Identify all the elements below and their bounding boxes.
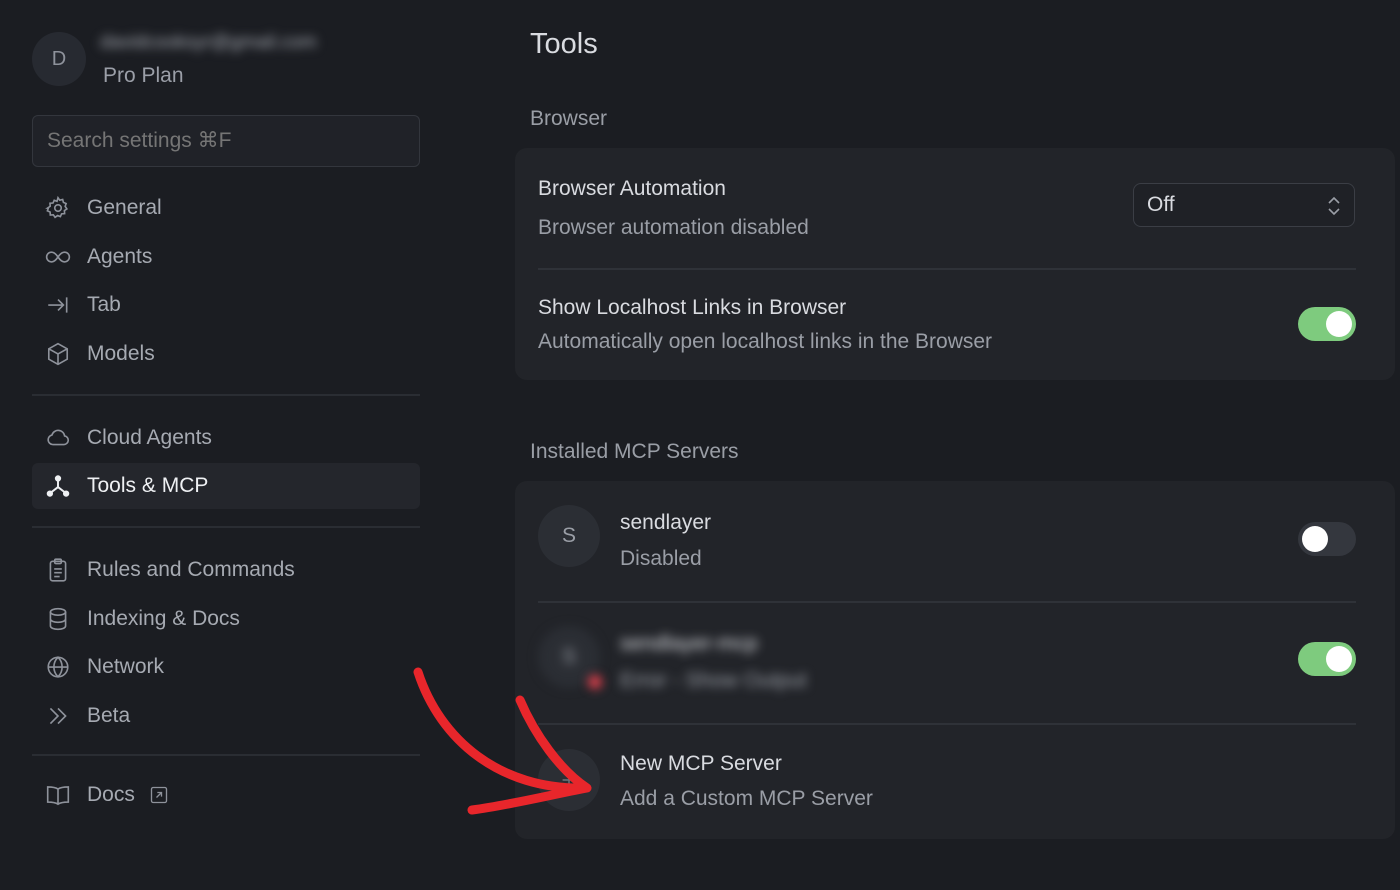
error-status-dot bbox=[588, 675, 602, 689]
localhost-links-toggle[interactable] bbox=[1298, 307, 1356, 341]
account-plan: Pro Plan bbox=[103, 64, 184, 87]
sidebar-item-label: Docs bbox=[87, 783, 135, 806]
row-divider bbox=[538, 268, 1356, 270]
section-label-browser: Browser bbox=[530, 107, 608, 130]
new-mcp-server-title: New MCP Server bbox=[620, 752, 782, 775]
server-name: sendlayer bbox=[620, 511, 712, 534]
sidebar-item-beta[interactable]: Beta bbox=[32, 693, 420, 739]
toggle-knob bbox=[1326, 646, 1352, 672]
new-mcp-server-button[interactable]: New MCP Server Add a Custom MCP Server bbox=[515, 725, 1395, 839]
settings-sidebar: D davidcooksyr@gmail.com Pro Plan Genera… bbox=[0, 0, 470, 890]
sidebar-item-docs[interactable]: Docs bbox=[32, 772, 420, 818]
section-label-mcp-servers: Installed MCP Servers bbox=[530, 440, 739, 463]
book-icon bbox=[44, 781, 72, 809]
clipboard-icon bbox=[44, 556, 72, 584]
sidebar-item-rules[interactable]: Rules and Commands bbox=[32, 547, 420, 593]
sidebar-item-cloud-agents[interactable]: Cloud Agents bbox=[32, 415, 420, 461]
account-email: davidcooksyr@gmail.com bbox=[100, 32, 317, 53]
search-settings-input[interactable] bbox=[32, 115, 420, 167]
browser-automation-title: Browser Automation bbox=[538, 177, 726, 200]
server-name: sendlayer-mcp bbox=[620, 632, 758, 655]
double-chevron-icon bbox=[44, 702, 72, 730]
updown-chevron-icon bbox=[1328, 196, 1340, 216]
sidebar-divider bbox=[32, 754, 420, 756]
sidebar-item-network[interactable]: Network bbox=[32, 644, 420, 690]
browser-automation-description: Browser automation disabled bbox=[538, 216, 809, 239]
mcp-servers-card: S sendlayer Disabled S sendlayer-mcp Err… bbox=[515, 481, 1395, 839]
server-toggle-sendlayer[interactable] bbox=[1298, 522, 1356, 556]
sidebar-divider bbox=[32, 526, 420, 528]
globe-icon bbox=[44, 653, 72, 681]
localhost-links-title: Show Localhost Links in Browser bbox=[538, 296, 847, 319]
sidebar-item-label: Network bbox=[87, 655, 165, 678]
sidebar-item-label: Rules and Commands bbox=[87, 558, 295, 581]
cube-icon bbox=[44, 340, 72, 368]
infinity-icon bbox=[44, 243, 72, 271]
sidebar-item-label: Tab bbox=[87, 293, 121, 316]
sidebar-item-label: Agents bbox=[87, 245, 153, 268]
sidebar-item-label: Beta bbox=[87, 704, 131, 727]
browser-automation-select[interactable]: Off bbox=[1133, 183, 1355, 227]
browser-settings-card: Browser Automation Browser automation di… bbox=[515, 148, 1395, 380]
toggle-knob bbox=[1302, 526, 1328, 552]
toggle-knob bbox=[1326, 311, 1352, 337]
localhost-links-description: Automatically open localhost links in th… bbox=[538, 330, 993, 353]
sidebar-item-label: Tools & MCP bbox=[87, 474, 209, 497]
sidebar-item-agents[interactable]: Agents bbox=[32, 234, 420, 280]
sidebar-item-tab[interactable]: Tab bbox=[32, 282, 420, 328]
sidebar-item-label: Cloud Agents bbox=[87, 426, 212, 449]
avatar: D bbox=[32, 32, 86, 86]
database-icon bbox=[44, 605, 72, 633]
plus-icon bbox=[538, 749, 600, 811]
arrow-to-line-icon bbox=[44, 291, 72, 319]
cloud-icon bbox=[44, 424, 72, 452]
sidebar-item-label: General bbox=[87, 196, 162, 219]
external-link-icon bbox=[149, 784, 171, 806]
row-divider bbox=[538, 601, 1356, 603]
server-status[interactable]: Error - Show Output bbox=[620, 669, 807, 693]
page-title: Tools bbox=[530, 28, 598, 60]
new-mcp-server-description: Add a Custom MCP Server bbox=[620, 787, 873, 810]
sidebar-item-label: Models bbox=[87, 342, 155, 365]
browser-automation-value: Off bbox=[1147, 193, 1175, 216]
sidebar-item-tools-mcp[interactable]: Tools & MCP bbox=[32, 463, 420, 509]
sidebar-item-indexing[interactable]: Indexing & Docs bbox=[32, 596, 420, 642]
server-status: Disabled bbox=[620, 547, 702, 570]
server-toggle-sendlayer-mcp[interactable] bbox=[1298, 642, 1356, 676]
server-avatar: S bbox=[538, 505, 600, 567]
sidebar-item-label: Indexing & Docs bbox=[87, 607, 240, 630]
sidebar-item-models[interactable]: Models bbox=[32, 331, 420, 377]
network-nodes-icon bbox=[44, 472, 72, 500]
sidebar-item-general[interactable]: General bbox=[32, 185, 420, 231]
settings-main: Tools Browser Browser Automation Browser… bbox=[470, 0, 1400, 890]
gear-icon bbox=[44, 194, 72, 222]
sidebar-divider bbox=[32, 394, 420, 396]
